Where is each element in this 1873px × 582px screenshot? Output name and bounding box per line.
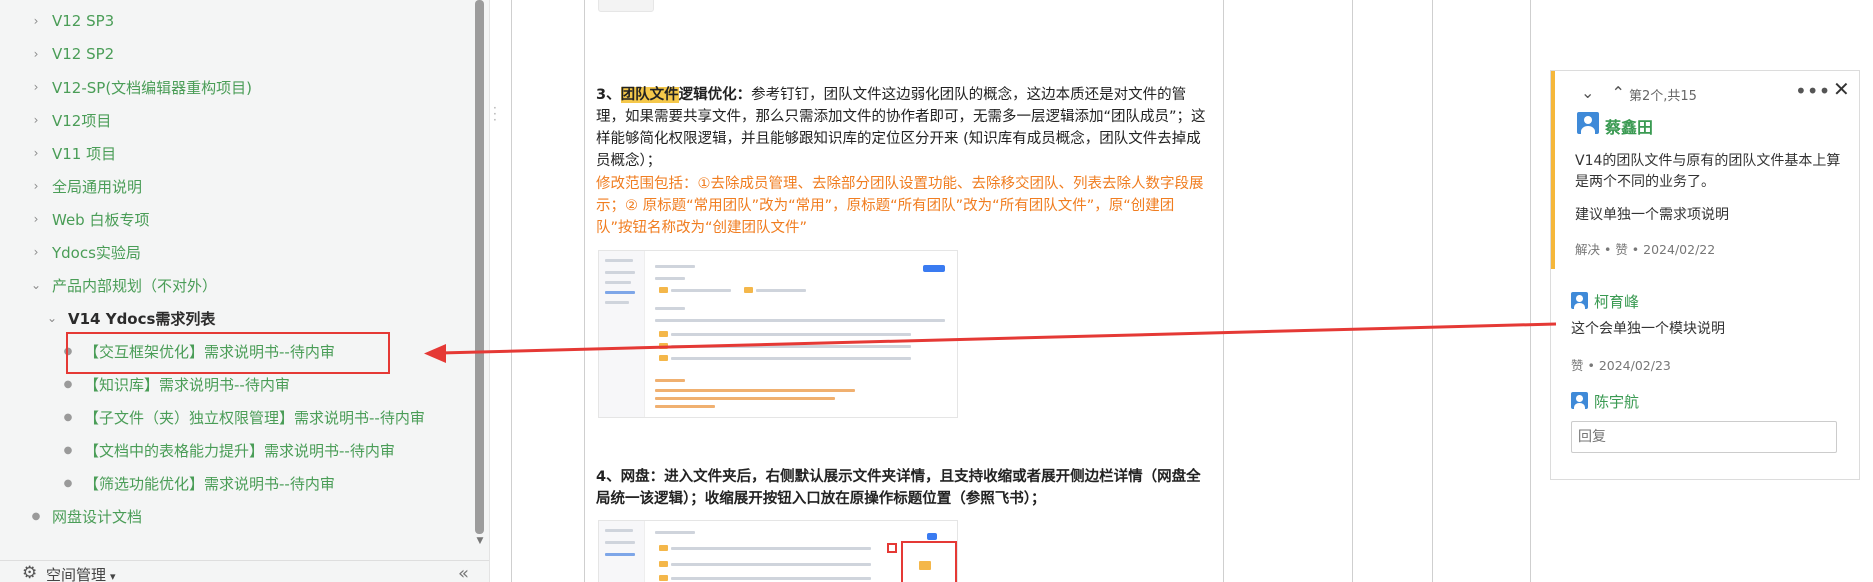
tree-item-label: 【筛选功能优化】需求说明书--待内审	[84, 474, 335, 493]
item-number: 3、	[596, 87, 621, 103]
tree-item-global[interactable]: › 全局通用说明	[28, 172, 142, 200]
bullet-icon: ●	[31, 510, 41, 522]
space-management-button[interactable]: 空间管理 ▾	[46, 564, 116, 582]
tree-item-label: V12 SP3	[52, 12, 115, 30]
tree-item-label: 网盘设计文档	[52, 507, 143, 526]
comment-meta[interactable]: 赞 • 2024/02/23	[1571, 355, 1671, 374]
tree-item-netdisk-design[interactable]: ● 网盘设计文档	[28, 502, 142, 530]
avatar	[1571, 292, 1588, 309]
active-comment[interactable]: ⌄ ⌃ 第2个,共15 ••• ✕ 蔡鑫田 V14的团队文件与原有的团队文件基本…	[1551, 71, 1861, 269]
tree-item-v12-project[interactable]: › V12项目	[28, 106, 112, 134]
comment-author[interactable]: 蔡鑫田	[1605, 114, 1653, 138]
tree-item-knowledge-base[interactable]: ● 【知识库】需求说明书--待内审	[60, 370, 290, 398]
tree-item-label: 【子文件（夹）独立权限管理】需求说明书--待内审	[84, 408, 425, 427]
annotation-highlight-box	[66, 332, 390, 374]
embedded-image[interactable]	[598, 250, 958, 418]
tree-item-label: V14 Ydocs需求列表	[68, 309, 216, 328]
tree-item-label: V12 SP2	[52, 45, 115, 63]
scroll-down-icon[interactable]: ▼	[474, 536, 486, 546]
tree-item-v11-project[interactable]: › V11 项目	[28, 139, 117, 167]
chevron-right-icon[interactable]: ›	[28, 179, 44, 193]
tree-item-label: 产品内部规划（不对外）	[52, 276, 218, 295]
doc-border	[1530, 0, 1531, 582]
sidebar: › V12 SP3 › V12 SP2 › V12-SP(文档编辑器重构项目) › V1…	[0, 0, 490, 582]
doc-border	[1432, 0, 1433, 582]
tree-item-label: 全局通用说明	[52, 177, 143, 196]
item-heading: 逻辑优化：	[678, 87, 752, 103]
tree-item-label: V12-SP(文档编辑器重构项目)	[52, 78, 253, 97]
comment-nav-icons[interactable]: ⌄ ⌃	[1581, 83, 1631, 102]
tree-item-internal-planning[interactable]: ⌄ 产品内部规划（不对外）	[28, 271, 217, 299]
tree-item-ydocs-lab[interactable]: › Ydocs实验局	[28, 238, 141, 266]
tree-item-v14-list[interactable]: ⌄ V14 Ydocs需求列表	[44, 304, 215, 332]
comment-text: 这个会单独一个模块说明	[1571, 321, 1725, 337]
sidebar-footer: ⚙ 空间管理 ▾ «	[0, 560, 489, 582]
tree-item-label: V12项目	[52, 111, 112, 130]
app-window: › V12 SP3 › V12 SP2 › V12-SP(文档编辑器重构项目) › V1…	[0, 0, 1873, 582]
comment-panel: ⌄ ⌃ 第2个,共15 ••• ✕ 蔡鑫田 V14的团队文件与原有的团队文件基本…	[1550, 70, 1860, 480]
tree-item-sub-permissions[interactable]: ● 【子文件（夹）独立权限管理】需求说明书--待内审	[60, 403, 425, 431]
tree-item-label: V11 项目	[52, 144, 117, 163]
caret-down-icon: ▾	[110, 570, 116, 582]
chevron-right-icon[interactable]: ›	[28, 113, 44, 127]
gear-icon[interactable]: ⚙	[22, 563, 37, 582]
tree-item-v12-sp2[interactable]: › V12 SP2	[28, 40, 115, 68]
tree-item-label: Web 白板专项	[52, 210, 150, 229]
comment-meta[interactable]: 解决 • 赞 • 2024/02/22	[1575, 239, 1715, 258]
chevron-down-icon[interactable]: ⌄	[28, 278, 44, 292]
tree-item-label: Ydocs实验局	[52, 243, 141, 262]
highlighted-term: 团队文件	[620, 87, 679, 103]
document-body[interactable]: 3、团队文件逻辑优化：参考钉钉，团队文件这边弱化团队的概念，这边本质还是对文件的…	[584, 0, 1224, 582]
chevron-right-icon[interactable]: ›	[28, 212, 44, 226]
paragraph-team-files: 3、团队文件逻辑优化：参考钉钉，团队文件这边弱化团队的概念，这边本质还是对文件的…	[596, 84, 1208, 172]
chevron-right-icon[interactable]: ›	[28, 14, 44, 28]
comment-text: V14的团队文件与原有的团队文件基本上算是两个不同的业务了。	[1575, 153, 1841, 190]
comment-author[interactable]: 陈宇航	[1594, 391, 1639, 412]
bullet-icon: ●	[63, 411, 73, 423]
chevron-right-icon[interactable]: ›	[28, 146, 44, 160]
space-management-label: 空间管理	[46, 566, 107, 582]
comment-counter: 第2个,共15	[1629, 89, 1697, 104]
embedded-image[interactable]	[598, 520, 958, 582]
pane-splitter[interactable]: · · ·	[493, 102, 497, 126]
paragraph-netdisk: 4、网盘：进入文件夹后，右侧默认展示文件夹详情，且支持收缩或者展开侧边栏详情（网…	[596, 466, 1208, 510]
comment-text: 建议单独一个需求项说明	[1575, 207, 1729, 223]
doc-border	[511, 0, 512, 582]
sidebar-scrollbar[interactable]	[475, 0, 484, 534]
doc-border	[1352, 0, 1353, 582]
comment-author[interactable]: 柯育峰	[1594, 291, 1639, 312]
tree-item-table-capability[interactable]: ● 【文档中的表格能力提升】需求说明书--待内审	[60, 436, 395, 464]
avatar	[1571, 392, 1588, 409]
paragraph-change-scope: 修改范围包括：①去除成员管理、去除部分团队设置功能、去除移交团队、列表去除人数字…	[596, 176, 1204, 236]
more-options-icon[interactable]: •••	[1795, 79, 1830, 103]
bullet-icon: ●	[63, 378, 73, 390]
tree-item-filter[interactable]: ● 【筛选功能优化】需求说明书--待内审	[60, 469, 335, 497]
tree-item-v12-sp-editor[interactable]: › V12-SP(文档编辑器重构项目)	[28, 73, 252, 101]
item-heading: 4、网盘：进入文件夹后，右侧默认展示文件夹详情，且支持收缩或者展开侧边栏详情（网…	[596, 469, 1201, 507]
tree-item-web-whiteboard[interactable]: › Web 白板专项	[28, 205, 150, 233]
avatar	[1577, 112, 1599, 134]
bullet-icon: ●	[63, 477, 73, 489]
chevron-right-icon[interactable]: ›	[28, 80, 44, 94]
tree-item-v12-sp3[interactable]: › V12 SP3	[28, 7, 115, 35]
embedded-image[interactable]	[598, 0, 654, 12]
reply-input[interactable]	[1571, 421, 1837, 453]
tree-item-label: 【知识库】需求说明书--待内审	[84, 375, 290, 394]
chevron-down-icon[interactable]: ⌄	[44, 311, 60, 325]
collapse-sidebar-icon[interactable]: «	[458, 563, 469, 582]
chevron-right-icon[interactable]: ›	[28, 47, 44, 61]
bullet-icon: ●	[63, 444, 73, 456]
close-icon[interactable]: ✕	[1833, 77, 1850, 101]
tree-item-label: 【文档中的表格能力提升】需求说明书--待内审	[84, 441, 395, 460]
chevron-right-icon[interactable]: ›	[28, 245, 44, 259]
